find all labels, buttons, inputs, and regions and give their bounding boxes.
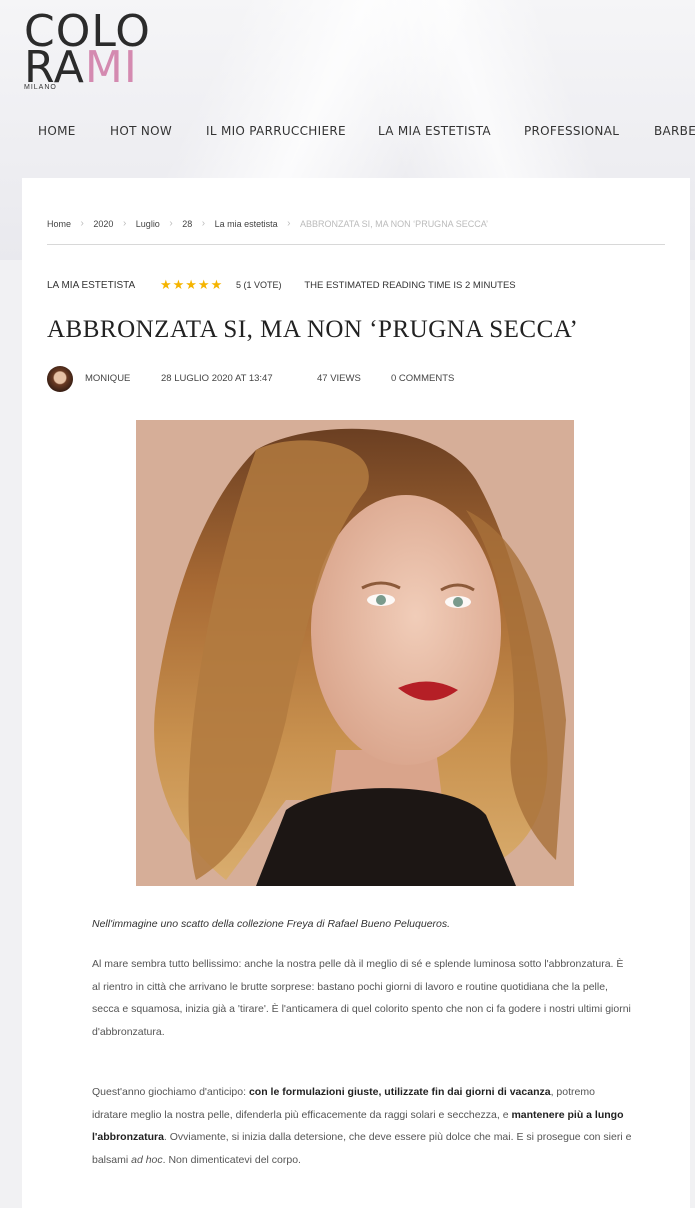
logo-line-2: RAMI: [24, 42, 138, 93]
author-row: MONIQUE 28 LUGLIO 2020 AT 13:47 47 VIEWS…: [47, 366, 667, 394]
nav-item-professional[interactable]: PROFESSIONAL: [524, 124, 619, 138]
site-logo[interactable]: COLO RAMI MILANO: [24, 10, 154, 94]
star-rating-icon[interactable]: ★★★★★: [160, 277, 223, 293]
nav-item-la-mia-estetista[interactable]: LA MIA ESTETISTA: [378, 124, 491, 138]
divider: [47, 244, 665, 245]
nav-item-barber[interactable]: BARBE: [654, 124, 695, 138]
image-caption: Nell'immagine uno scatto della collezion…: [92, 918, 451, 930]
chevron-right-icon: ›: [80, 218, 84, 230]
chevron-right-icon: ›: [169, 218, 173, 230]
chevron-right-icon: ›: [201, 218, 206, 230]
breadcrumb-year[interactable]: 2020: [93, 219, 113, 229]
main-nav: HOME HOT NOW IL MIO PARRUCCHIERE LA MIA …: [0, 124, 695, 144]
article-title: ABBRONZATA SI, MA NON ‘PRUGNA SECCA’: [47, 316, 579, 343]
breadcrumb-day[interactable]: 28: [182, 219, 192, 229]
reading-time: THE ESTIMATED READING TIME IS 2 MINUTES: [304, 279, 516, 291]
breadcrumb-category[interactable]: La mia estetista: [215, 219, 278, 229]
nav-item-il-mio-parrucchiere[interactable]: IL MIO PARRUCCHIERE: [206, 124, 346, 138]
avatar[interactable]: [47, 366, 73, 392]
comment-count[interactable]: 0 COMMENTS: [391, 373, 454, 384]
article-card: Home › 2020 › Luglio › 28 › La mia estet…: [22, 178, 690, 1208]
view-count: 47 VIEWS: [317, 373, 361, 384]
chevron-right-icon: ›: [287, 218, 291, 230]
nav-item-home[interactable]: HOME: [38, 124, 76, 138]
portrait-illustration: [136, 420, 574, 886]
hero-image: [136, 420, 574, 886]
nav-item-hot-now[interactable]: HOT NOW: [110, 124, 172, 138]
site-header: COLO RAMI MILANO HOME HOT NOW IL MIO PAR…: [0, 0, 695, 180]
category-link[interactable]: LA MIA ESTETISTA: [47, 280, 135, 291]
article-paragraph-1: Al mare sembra tutto bellissimo: anche l…: [92, 958, 631, 1038]
vote-count: 5 (1 VOTE): [236, 280, 282, 290]
author-name[interactable]: MONIQUE: [85, 373, 130, 384]
chevron-right-icon: ›: [122, 218, 127, 230]
article-paragraph-2: Quest'anno giochiamo d'anticipo: con le …: [92, 1086, 632, 1166]
breadcrumb-current: ABBRONZATA SI, MA NON ‘PRUGNA SECCA’: [300, 218, 489, 229]
article-meta: LA MIA ESTETISTA ★★★★★ 5 (1 VOTE) THE ES…: [47, 277, 667, 293]
breadcrumb-month[interactable]: Luglio: [136, 219, 160, 229]
breadcrumb: Home › 2020 › Luglio › 28 › La mia estet…: [47, 218, 667, 236]
post-date: 28 LUGLIO 2020 AT 13:47: [161, 373, 273, 384]
breadcrumb-home[interactable]: Home: [47, 219, 71, 229]
